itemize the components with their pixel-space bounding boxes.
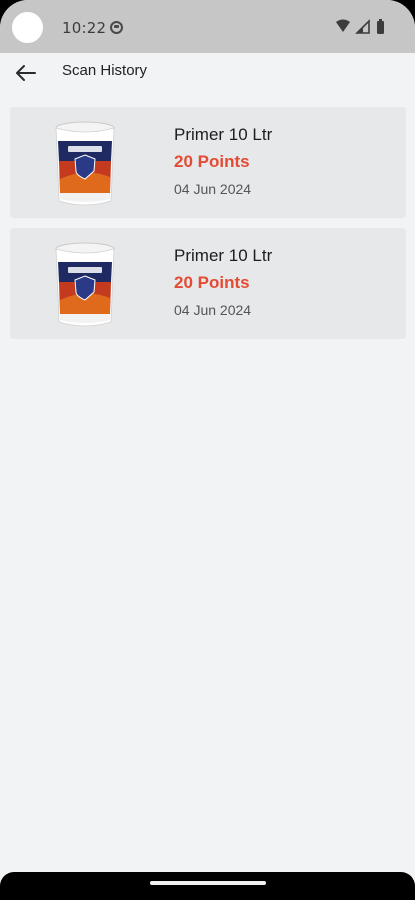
home-gesture-handle[interactable] — [150, 881, 266, 885]
points-earned: 20 Points — [174, 152, 250, 171]
camera-cutout — [12, 12, 43, 43]
phone-screen: 10:22 Scan History Primer 10 Ltr 20 Poin… — [0, 0, 415, 900]
app-bar: Scan History — [0, 53, 415, 93]
page-title: Scan History — [62, 62, 148, 79]
points-earned: 20 Points — [174, 273, 250, 292]
notification-icon — [110, 21, 123, 34]
back-button[interactable] — [12, 61, 40, 85]
scan-history-list: Primer 10 Ltr 20 Points 04 Jun 2024 Prim… — [10, 107, 406, 349]
battery-icon — [377, 19, 384, 34]
status-bar: 10:22 — [0, 0, 415, 53]
status-time: 10:22 — [62, 19, 107, 37]
paint-bucket-icon — [55, 242, 115, 327]
product-name: Primer 10 Ltr — [174, 125, 273, 144]
history-card[interactable]: Primer 10 Ltr 20 Points 04 Jun 2024 — [10, 107, 406, 218]
paint-bucket-icon — [55, 121, 115, 206]
arrow-left-icon — [16, 65, 36, 81]
status-icons — [336, 19, 384, 34]
navigation-bar — [0, 872, 415, 900]
signal-icon — [355, 19, 370, 34]
history-card[interactable]: Primer 10 Ltr 20 Points 04 Jun 2024 — [10, 228, 406, 339]
scan-date: 04 Jun 2024 — [174, 302, 252, 318]
scan-date: 04 Jun 2024 — [174, 181, 252, 197]
product-name: Primer 10 Ltr — [174, 246, 273, 265]
wifi-icon — [336, 19, 350, 32]
